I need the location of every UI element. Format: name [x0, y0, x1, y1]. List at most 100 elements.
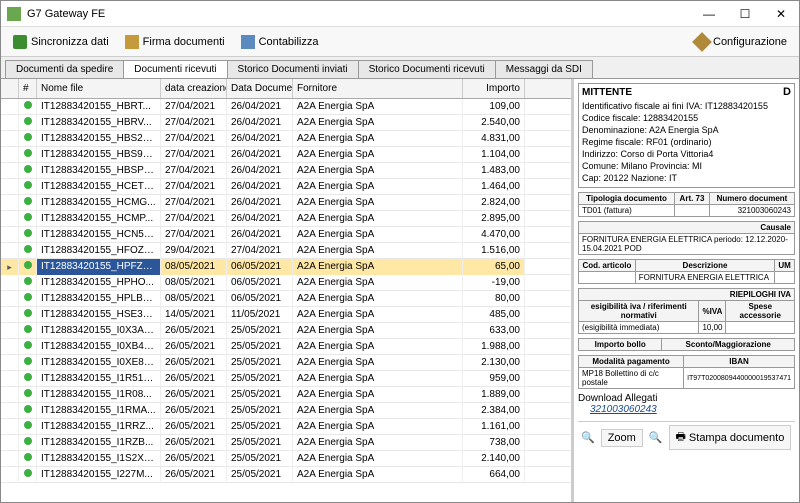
cell: 27/04/2021 [161, 131, 227, 147]
mittente-line: Codice fiscale: 12883420155 [582, 112, 791, 124]
status-dot [19, 307, 37, 323]
table-row[interactable]: IT12883420155_HCMG...27/04/202126/04/202… [1, 195, 571, 211]
status-dot-icon [24, 405, 32, 413]
cell: 2.384,00 [463, 403, 525, 419]
cell: A2A Energia SpA [293, 163, 463, 179]
status-dot [19, 195, 37, 211]
table-row[interactable]: IT12883420155_I1S2X.x...26/05/202125/05/… [1, 451, 571, 467]
table-row[interactable]: IT12883420155_I0XE8.x...26/05/202125/05/… [1, 355, 571, 371]
config-button[interactable]: Configurazione [689, 32, 793, 52]
zoom-out-icon[interactable]: 🔍 [581, 431, 595, 444]
mittente-title: MITTENTE [582, 87, 791, 98]
col-header-0[interactable] [1, 79, 19, 98]
cell: A2A Energia SpA [293, 419, 463, 435]
tab-0[interactable]: Documenti da spedire [5, 60, 124, 78]
table-row[interactable]: IT12883420155_I1R08...26/05/202125/05/20… [1, 387, 571, 403]
col-header-3[interactable]: data creazione [161, 79, 227, 98]
status-dot-icon [24, 309, 32, 317]
status-dot-icon [24, 165, 32, 173]
table-row[interactable]: IT12883420155_I227M...26/05/202125/05/20… [1, 467, 571, 483]
mittente-section: MITTENTE Identificativo fiscale ai fini … [578, 83, 795, 188]
cell: IT12883420155_HPHO... [37, 275, 161, 291]
account-button[interactable]: Contabilizza [235, 32, 325, 52]
zoom-in-icon[interactable]: 🔍 [649, 431, 663, 444]
download-link[interactable]: 321003060243 [590, 404, 795, 415]
status-dot [19, 275, 37, 291]
table-row[interactable]: IT12883420155_HPLBP...08/05/202106/05/20… [1, 291, 571, 307]
minimize-button[interactable]: — [691, 1, 727, 27]
cell: 25/05/2021 [227, 323, 293, 339]
maximize-button[interactable]: ☐ [727, 1, 763, 27]
grid-body[interactable]: IT12883420155_HBRT...27/04/202126/04/202… [1, 99, 571, 502]
cell: 06/05/2021 [227, 275, 293, 291]
riepiloghi-table: RIEPILOGHI IVA esigibilità iva / riferim… [578, 288, 795, 334]
sync-button[interactable]: Sincronizza dati [7, 32, 115, 52]
cell: A2A Energia SpA [293, 451, 463, 467]
tab-4[interactable]: Messaggi da SDI [495, 60, 593, 78]
table-row[interactable]: IT12883420155_HCMP...27/04/202126/04/202… [1, 211, 571, 227]
tab-1[interactable]: Documenti ricevuti [123, 60, 227, 78]
table-row[interactable]: IT12883420155_HSE3V...14/05/202111/05/20… [1, 307, 571, 323]
articolo-table: Cod. articoloDescrizioneUM FORNITURA ENE… [578, 259, 795, 284]
status-dot-icon [24, 213, 32, 221]
col-header-1[interactable]: # [19, 79, 37, 98]
sign-button[interactable]: Firma documenti [119, 32, 231, 52]
row-indicator [1, 355, 19, 371]
detail-pane[interactable]: MITTENTE Identificativo fiscale ai fini … [574, 79, 799, 502]
cell: IT12883420155_HBRV... [37, 115, 161, 131]
cell: IT12883420155_HPLBP... [37, 291, 161, 307]
mittente-line: Regime fiscale: RF01 (ordinario) [582, 136, 791, 148]
zoom-button[interactable]: Zoom [601, 429, 643, 447]
row-indicator [1, 323, 19, 339]
table-row[interactable]: IT12883420155_I1RMA...26/05/202125/05/20… [1, 403, 571, 419]
causale-table: Causale FORNITURA ENERGIA ELETTRICA peri… [578, 221, 795, 255]
col-header-5[interactable]: Fornitore [293, 79, 463, 98]
tab-3[interactable]: Storico Documenti ricevuti [358, 60, 496, 78]
row-indicator [1, 435, 19, 451]
row-indicator [1, 163, 19, 179]
table-row[interactable]: IT12883420155_HCETY...27/04/202126/04/20… [1, 179, 571, 195]
cell: IT12883420155_HFOZZ... [37, 243, 161, 259]
cell: 26/05/2021 [161, 403, 227, 419]
cell: 25/05/2021 [227, 371, 293, 387]
print-button[interactable]: 🖶Stampa documento [669, 425, 792, 450]
cell: 2.824,00 [463, 195, 525, 211]
sync-icon [13, 35, 27, 49]
table-row[interactable]: IT12883420155_HBS2E...27/04/202126/04/20… [1, 131, 571, 147]
col-header-4[interactable]: Data Documento [227, 79, 293, 98]
status-dot-icon [24, 357, 32, 365]
table-row[interactable]: IT12883420155_HBS9V...27/04/202126/04/20… [1, 147, 571, 163]
table-row[interactable]: IT12883420155_I0X3A.x...26/05/202125/05/… [1, 323, 571, 339]
cell: A2A Energia SpA [293, 307, 463, 323]
col-header-6[interactable]: Importo [463, 79, 525, 98]
grid-pane: #Nome filedata creazioneData DocumentoFo… [1, 79, 574, 502]
close-button[interactable]: ✕ [763, 1, 799, 27]
status-dot-icon [24, 373, 32, 381]
table-row[interactable]: IT12883420155_HBRT...27/04/202126/04/202… [1, 99, 571, 115]
table-row[interactable]: IT12883420155_HPHO...08/05/202106/05/202… [1, 275, 571, 291]
tipodoc-table: Tipologia documentoArt. 73Numero documen… [578, 192, 795, 217]
cell: A2A Energia SpA [293, 355, 463, 371]
col-header-2[interactable]: Nome file [37, 79, 161, 98]
cell: 2.895,00 [463, 211, 525, 227]
cell: A2A Energia SpA [293, 339, 463, 355]
table-row[interactable]: IT12883420155_I1RZB...26/05/202125/05/20… [1, 435, 571, 451]
row-indicator [1, 419, 19, 435]
table-row[interactable]: IT12883420155_I0XB4.x...26/05/202125/05/… [1, 339, 571, 355]
tab-2[interactable]: Storico Documenti inviati [227, 60, 359, 78]
table-row[interactable]: ▸IT12883420155_HPFZZ...08/05/202106/05/2… [1, 259, 571, 275]
cell: 26/04/2021 [227, 179, 293, 195]
table-row[interactable]: IT12883420155_HBSP6...27/04/202126/04/20… [1, 163, 571, 179]
cell: 08/05/2021 [161, 275, 227, 291]
cell: A2A Energia SpA [293, 403, 463, 419]
mittente-line: Indirizzo: Corso di Porta Vittoria4 [582, 148, 791, 160]
row-indicator [1, 387, 19, 403]
table-row[interactable]: IT12883420155_I1R51.x...26/05/202125/05/… [1, 371, 571, 387]
table-row[interactable]: IT12883420155_I1RRZ...26/05/202125/05/20… [1, 419, 571, 435]
table-row[interactable]: IT12883420155_HFOZZ...29/04/202127/04/20… [1, 243, 571, 259]
table-row[interactable]: IT12883420155_HBRV...27/04/202126/04/202… [1, 115, 571, 131]
table-row[interactable]: IT12883420155_HCN55...27/04/202126/04/20… [1, 227, 571, 243]
config-label: Configurazione [713, 36, 787, 48]
pen-icon [125, 35, 139, 49]
cell: A2A Energia SpA [293, 371, 463, 387]
